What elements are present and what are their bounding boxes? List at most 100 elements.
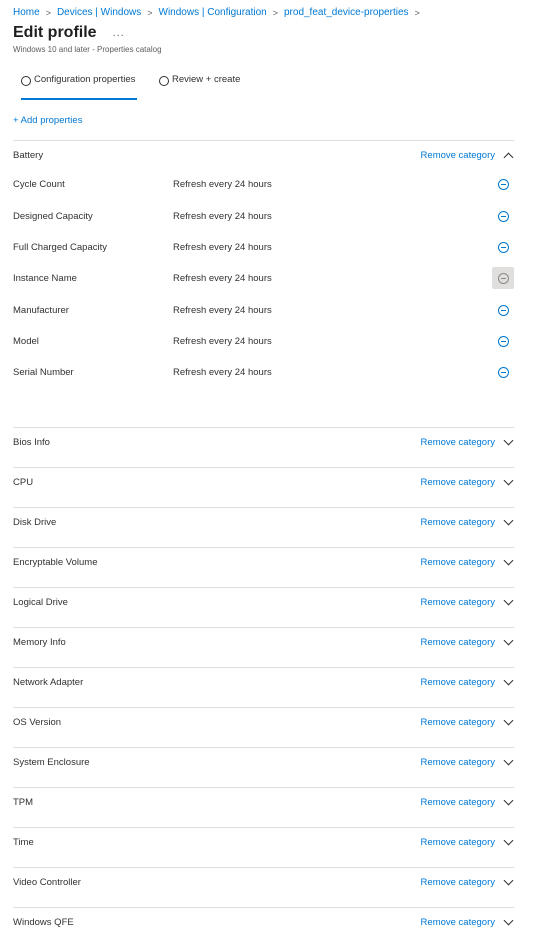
chevron-up-icon[interactable] bbox=[503, 152, 514, 163]
divider bbox=[13, 907, 514, 908]
divider bbox=[13, 467, 514, 468]
remove-property-button[interactable] bbox=[492, 299, 514, 321]
tab-configuration-properties[interactable]: Configuration properties bbox=[21, 74, 138, 100]
chevron-down-icon[interactable] bbox=[503, 755, 514, 766]
category-logical-drive[interactable]: Logical Drive Remove category bbox=[13, 595, 514, 613]
remove-category-button[interactable]: Remove category bbox=[421, 917, 495, 928]
remove-property-button[interactable] bbox=[492, 361, 514, 383]
minus-circle-icon bbox=[497, 272, 509, 284]
property-name: Instance Name bbox=[13, 273, 77, 284]
category-time[interactable]: Time Remove category bbox=[13, 835, 514, 853]
property-row: Manufacturer Refresh every 24 hours bbox=[13, 304, 514, 321]
divider bbox=[13, 547, 514, 548]
remove-category-button[interactable]: Remove category bbox=[421, 797, 495, 808]
category-name: Disk Drive bbox=[13, 517, 57, 528]
category-cpu[interactable]: CPU Remove category bbox=[13, 475, 514, 493]
category-name: Logical Drive bbox=[13, 597, 68, 608]
property-name: Cycle Count bbox=[13, 179, 65, 190]
property-refresh-value: Refresh every 24 hours bbox=[173, 242, 272, 253]
tab-label: Review + create bbox=[172, 74, 241, 85]
category-name: Video Controller bbox=[13, 877, 81, 888]
category-name: CPU bbox=[13, 477, 34, 488]
chevron-down-icon[interactable] bbox=[503, 835, 514, 846]
minus-circle-icon bbox=[497, 366, 509, 378]
property-row: Cycle Count Refresh every 24 hours bbox=[13, 178, 514, 195]
chevron-down-icon[interactable] bbox=[503, 435, 514, 446]
category-tpm[interactable]: TPM Remove category bbox=[13, 795, 514, 813]
remove-category-button[interactable]: Remove category bbox=[421, 517, 495, 528]
property-name: Manufacturer bbox=[13, 305, 69, 316]
tab-review-create[interactable]: Review + create bbox=[159, 74, 240, 98]
divider bbox=[13, 427, 514, 428]
more-options-icon[interactable]: ... bbox=[113, 27, 125, 39]
chevron-down-icon[interactable] bbox=[503, 555, 514, 566]
category-video-controller[interactable]: Video Controller Remove category bbox=[13, 875, 514, 893]
title-row: Edit profile ... bbox=[13, 24, 125, 42]
divider bbox=[13, 587, 514, 588]
property-refresh-value: Refresh every 24 hours bbox=[173, 273, 272, 284]
category-encryptable-volume[interactable]: Encryptable Volume Remove category bbox=[13, 555, 514, 573]
breadcrumb-devices-windows[interactable]: Devices | Windows bbox=[57, 7, 141, 18]
minus-circle-icon bbox=[497, 241, 509, 253]
chevron-down-icon[interactable] bbox=[503, 475, 514, 486]
breadcrumb: Home > Devices | Windows > Windows | Con… bbox=[13, 7, 426, 18]
remove-category-button[interactable]: Remove category bbox=[421, 150, 495, 161]
category-os-version[interactable]: OS Version Remove category bbox=[13, 715, 514, 733]
tab-label: Configuration properties bbox=[34, 74, 136, 85]
category-memory-info[interactable]: Memory Info Remove category bbox=[13, 635, 514, 653]
chevron-right-icon: > bbox=[272, 7, 278, 18]
remove-property-button[interactable] bbox=[492, 173, 514, 195]
remove-category-button[interactable]: Remove category bbox=[421, 477, 495, 488]
remove-property-button[interactable] bbox=[492, 330, 514, 352]
property-row: Designed Capacity Refresh every 24 hours bbox=[13, 210, 514, 227]
remove-category-button[interactable]: Remove category bbox=[421, 757, 495, 768]
remove-category-button[interactable]: Remove category bbox=[421, 437, 495, 448]
chevron-down-icon[interactable] bbox=[503, 595, 514, 606]
page-title: Edit profile bbox=[13, 24, 97, 41]
page-subtitle: Windows 10 and later - Properties catalo… bbox=[13, 45, 162, 54]
divider bbox=[13, 787, 514, 788]
divider bbox=[13, 867, 514, 868]
remove-property-button[interactable] bbox=[492, 236, 514, 258]
remove-category-button[interactable]: Remove category bbox=[421, 557, 495, 568]
property-name: Model bbox=[13, 336, 39, 347]
chevron-down-icon[interactable] bbox=[503, 635, 514, 646]
add-properties-link[interactable]: + Add properties bbox=[13, 115, 82, 126]
property-refresh-value: Refresh every 24 hours bbox=[173, 367, 272, 378]
chevron-down-icon[interactable] bbox=[503, 795, 514, 806]
remove-category-button[interactable]: Remove category bbox=[421, 677, 495, 688]
chevron-down-icon[interactable] bbox=[503, 675, 514, 686]
category-bios-info[interactable]: Bios Info Remove category bbox=[13, 435, 514, 453]
property-refresh-value: Refresh every 24 hours bbox=[173, 305, 272, 316]
property-row: Serial Number Refresh every 24 hours bbox=[13, 366, 514, 383]
category-battery[interactable]: Battery Remove category bbox=[13, 150, 514, 166]
category-system-enclosure[interactable]: System Enclosure Remove category bbox=[13, 755, 514, 773]
category-name: Memory Info bbox=[13, 637, 66, 648]
category-windows-qfe[interactable]: Windows QFE Remove category bbox=[13, 915, 514, 933]
minus-circle-icon bbox=[497, 210, 509, 222]
category-name: Time bbox=[13, 837, 34, 848]
category-name: Network Adapter bbox=[13, 677, 84, 688]
property-name: Designed Capacity bbox=[13, 211, 93, 222]
breadcrumb-profile[interactable]: prod_feat_device-properties bbox=[284, 7, 409, 18]
breadcrumb-windows-configuration[interactable]: Windows | Configuration bbox=[159, 7, 267, 18]
chevron-down-icon[interactable] bbox=[503, 515, 514, 526]
remove-category-button[interactable]: Remove category bbox=[421, 597, 495, 608]
chevron-down-icon[interactable] bbox=[503, 875, 514, 886]
breadcrumb-home[interactable]: Home bbox=[13, 7, 40, 18]
remove-property-button[interactable] bbox=[492, 267, 514, 289]
remove-category-button[interactable]: Remove category bbox=[421, 637, 495, 648]
chevron-down-icon[interactable] bbox=[503, 915, 514, 926]
remove-category-button[interactable]: Remove category bbox=[421, 837, 495, 848]
property-name: Serial Number bbox=[13, 367, 74, 378]
chevron-down-icon[interactable] bbox=[503, 715, 514, 726]
remove-category-button[interactable]: Remove category bbox=[421, 877, 495, 888]
remove-property-button[interactable] bbox=[492, 205, 514, 227]
category-name: Encryptable Volume bbox=[13, 557, 98, 568]
category-network-adapter[interactable]: Network Adapter Remove category bbox=[13, 675, 514, 693]
category-name: OS Version bbox=[13, 717, 62, 728]
remove-category-button[interactable]: Remove category bbox=[421, 717, 495, 728]
category-disk-drive[interactable]: Disk Drive Remove category bbox=[13, 515, 514, 533]
property-refresh-value: Refresh every 24 hours bbox=[173, 336, 272, 347]
property-refresh-value: Refresh every 24 hours bbox=[173, 179, 272, 190]
